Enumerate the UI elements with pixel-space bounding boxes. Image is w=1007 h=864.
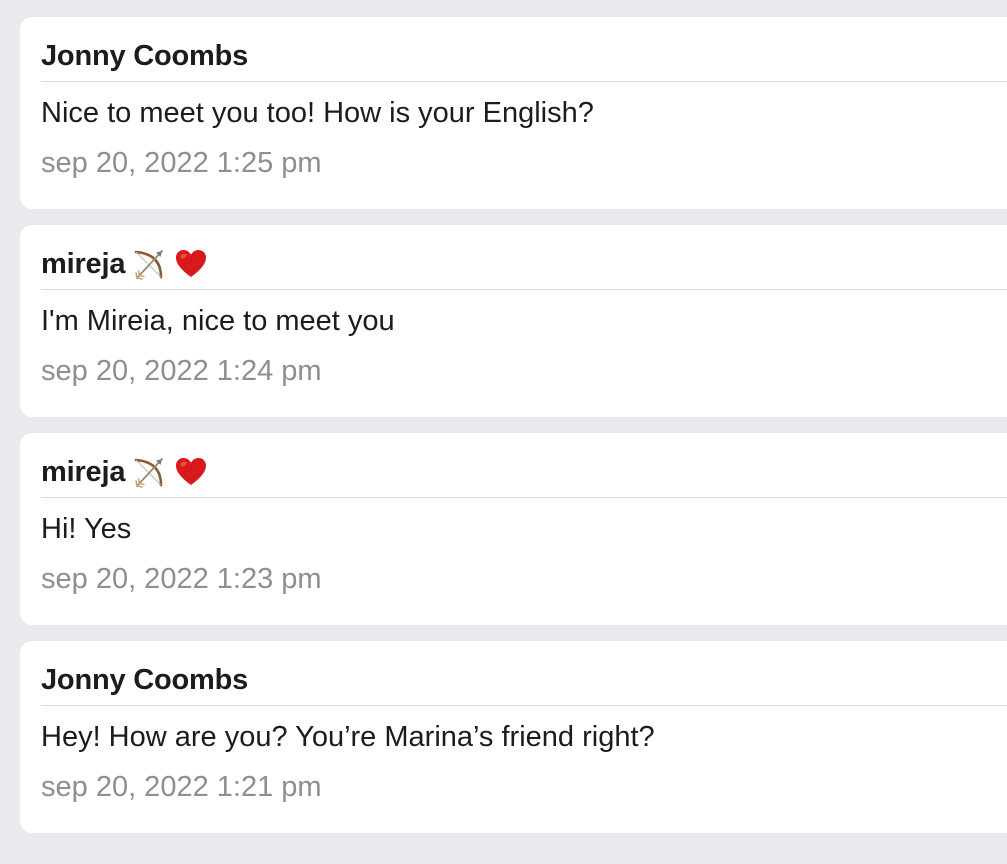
sender-name: Jonny Coombs — [41, 39, 249, 72]
message-timestamp: sep 20, 2022 1:21 pm — [41, 771, 322, 803]
message-card[interactable]: Jonny Coombs Nice to meet you too! How i… — [20, 17, 1007, 209]
message-header: mireja — [41, 246, 209, 282]
message-thread: Jonny Coombs Nice to meet you too! How i… — [0, 0, 1007, 864]
message-card[interactable]: Jonny Coombs Hey! How are you? You’re Ma… — [20, 641, 1007, 833]
sender-name: mireja — [41, 247, 126, 280]
sender-name: mireja — [41, 455, 126, 488]
bow-and-arrow-icon — [131, 454, 167, 490]
message-text: I'm Mireia, nice to meet you — [41, 305, 395, 337]
message-header: Jonny Coombs — [41, 38, 248, 74]
message-timestamp: sep 20, 2022 1:25 pm — [41, 147, 322, 179]
sender-name: Jonny Coombs — [41, 663, 249, 696]
message-timestamp: sep 20, 2022 1:23 pm — [41, 563, 322, 595]
message-card[interactable]: mireja I'm Mireia, nice to meet you sep … — [20, 225, 1007, 417]
message-card[interactable]: mireja Hi! Yes sep 20, 2022 1:23 pm — [20, 433, 1007, 625]
message-text: Nice to meet you too! How is your Englis… — [41, 97, 594, 129]
message-text: Hey! How are you? You’re Marina’s friend… — [41, 721, 655, 753]
red-heart-icon — [173, 246, 209, 282]
message-divider — [41, 81, 1007, 82]
message-divider — [41, 497, 1007, 498]
red-heart-icon — [173, 454, 209, 490]
message-header: mireja — [41, 454, 209, 490]
bow-and-arrow-icon — [131, 246, 167, 282]
message-timestamp: sep 20, 2022 1:24 pm — [41, 355, 322, 387]
message-text: Hi! Yes — [41, 513, 132, 545]
message-divider — [41, 705, 1007, 706]
message-divider — [41, 289, 1007, 290]
message-header: Jonny Coombs — [41, 662, 248, 698]
